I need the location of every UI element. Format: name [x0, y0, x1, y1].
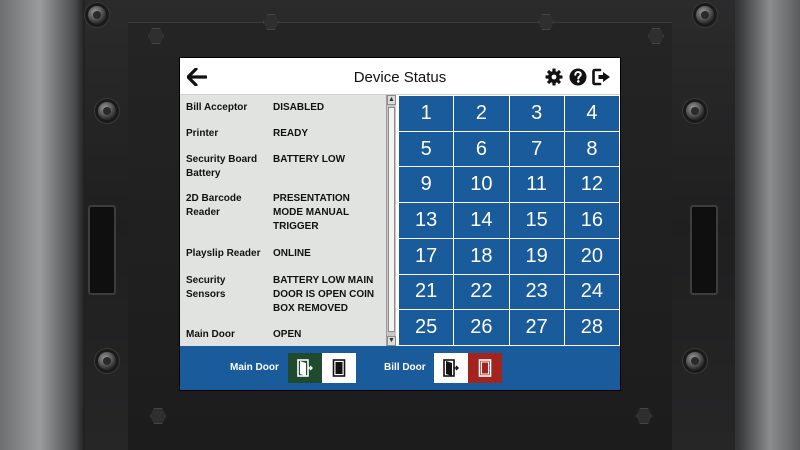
logout-button[interactable]: [592, 67, 612, 87]
status-label: Bill Acceptor: [186, 102, 248, 113]
number-cell-10[interactable]: 10: [454, 167, 509, 203]
main-door-label: Main Door: [230, 362, 279, 373]
status-label: Printer: [186, 128, 219, 139]
number-cell-26[interactable]: 26: [454, 310, 509, 345]
number-cell-25[interactable]: 25: [399, 310, 454, 345]
question-circle-icon: [569, 68, 587, 86]
number-cell-5[interactable]: 5: [399, 131, 454, 167]
scroll-down-arrow[interactable]: ▼: [387, 336, 396, 346]
number-cell-12[interactable]: 12: [564, 167, 619, 203]
status-label: Security Board Battery: [186, 154, 258, 179]
number-cell-22[interactable]: 22: [454, 274, 509, 310]
number-cell-19[interactable]: 19: [509, 238, 564, 274]
number-cell-28[interactable]: 28: [564, 310, 619, 345]
number-cell-1[interactable]: 1: [399, 96, 454, 131]
bill-door-open-button[interactable]: [434, 353, 468, 383]
number-cell-27[interactable]: 27: [509, 310, 564, 345]
screw: [98, 102, 116, 120]
settings-button[interactable]: [544, 67, 564, 87]
screw: [686, 102, 704, 120]
door-open-icon: [443, 359, 459, 377]
status-label: 2D Barcode Reader: [186, 193, 242, 218]
number-cell-13[interactable]: 13: [399, 203, 454, 238]
bill-door-label: Bill Door: [384, 362, 426, 373]
number-cell-20[interactable]: 20: [564, 238, 619, 274]
status-label: Playslip Reader: [186, 248, 261, 259]
status-value: BATTERY LOW: [273, 154, 346, 165]
number-cell-7[interactable]: 7: [509, 131, 564, 167]
number-cell-16[interactable]: 16: [564, 203, 619, 238]
number-cell-17[interactable]: 17: [399, 238, 454, 274]
number-cell-11[interactable]: 11: [509, 167, 564, 203]
door-control-bar: Main Door Bill Door: [180, 346, 620, 390]
status-value: READY: [273, 128, 309, 139]
number-cell-6[interactable]: 6: [454, 131, 509, 167]
gear-icon: [545, 68, 563, 86]
status-value: DISABLED: [273, 102, 325, 113]
door-latch: [88, 205, 116, 295]
number-cell-4[interactable]: 4: [564, 96, 619, 131]
number-cell-3[interactable]: 3: [509, 96, 564, 131]
number-cell-9[interactable]: 9: [399, 167, 454, 203]
number-cell-24[interactable]: 24: [564, 274, 619, 310]
sign-out-icon: [592, 68, 610, 86]
status-label: Main Door: [186, 329, 235, 340]
device-status-screen: Device Status Bill Acceptor DISABLED Pri…: [180, 58, 620, 390]
scroll-up-arrow[interactable]: ▲: [387, 95, 396, 105]
screw: [88, 6, 106, 24]
number-cell-18[interactable]: 18: [454, 238, 509, 274]
number-cell-14[interactable]: 14: [454, 203, 509, 238]
door-open-icon: [297, 359, 313, 377]
status-value: OPEN: [273, 329, 302, 340]
status-scrollbar[interactable]: ▲ ▼: [386, 95, 396, 346]
status-value: ONLINE: [273, 248, 311, 259]
status-label: Security Sensors: [186, 275, 226, 300]
bill-door-closed-button[interactable]: [468, 353, 502, 383]
door-closed-icon: [332, 359, 346, 377]
number-cell-15[interactable]: 15: [509, 203, 564, 238]
number-cell-2[interactable]: 2: [454, 96, 509, 131]
main-door-closed-button[interactable]: [322, 353, 356, 383]
device-status-list: Bill Acceptor DISABLED Printer READY Sec…: [180, 95, 396, 346]
number-grid: 1 2 3 4 5 6 7 8 9 10 11 12 13 14 15 16 17 18 19 20 21 22 23 24 2…: [398, 95, 620, 346]
door-latch: [690, 205, 718, 295]
header-bar: Device Status: [180, 58, 620, 95]
scroll-thumb[interactable]: [388, 107, 395, 332]
help-button[interactable]: [568, 67, 588, 87]
number-cell-21[interactable]: 21: [399, 274, 454, 310]
status-value: PRESENTATION MODE MANUAL TRIGGER: [273, 193, 350, 232]
main-door-open-button[interactable]: [288, 353, 322, 383]
screw: [696, 6, 714, 24]
number-cell-8[interactable]: 8: [564, 131, 619, 167]
door-closed-icon: [478, 359, 492, 377]
screw: [686, 352, 704, 370]
status-value: BATTERY LOW MAIN DOOR IS OPEN COIN BOX R…: [273, 275, 375, 314]
screw: [98, 352, 116, 370]
number-cell-23[interactable]: 23: [509, 274, 564, 310]
